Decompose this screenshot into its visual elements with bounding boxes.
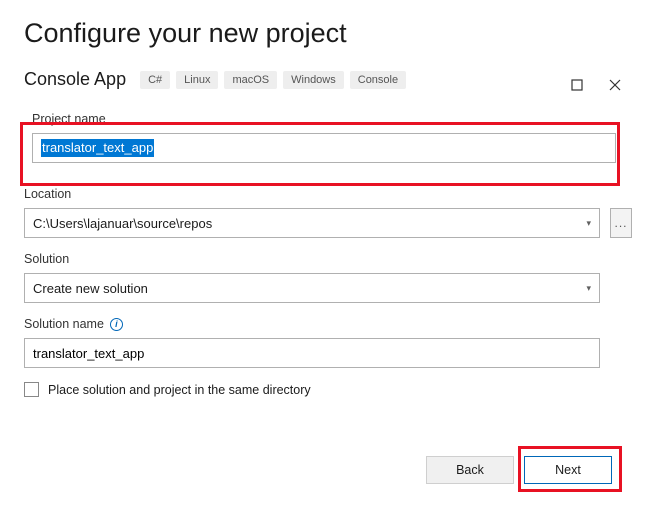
project-name-input[interactable]	[32, 133, 616, 163]
location-label: Location	[24, 187, 632, 201]
tag-item: macOS	[224, 71, 277, 89]
solution-value: Create new solution	[33, 281, 148, 296]
chevron-down-icon: ▾	[586, 218, 591, 229]
page-title: Configure your new project	[24, 18, 632, 49]
solution-label: Solution	[24, 252, 632, 266]
same-directory-label: Place solution and project in the same d…	[48, 383, 311, 397]
next-button[interactable]: Next	[524, 456, 612, 484]
maximize-icon[interactable]	[570, 78, 584, 92]
solution-name-input[interactable]	[24, 338, 600, 368]
project-name-label: Project name	[32, 112, 612, 126]
location-combo[interactable]: C:\Users\lajanuar\source\repos ▾	[24, 208, 600, 238]
info-icon[interactable]: i	[110, 318, 123, 331]
close-icon[interactable]	[608, 78, 622, 92]
tag-item: Linux	[176, 71, 218, 89]
tag-list: C# Linux macOS Windows Console	[140, 71, 406, 89]
browse-button[interactable]: ...	[610, 208, 632, 238]
location-value: C:\Users\lajanuar\source\repos	[33, 216, 212, 231]
back-button[interactable]: Back	[426, 456, 514, 484]
chevron-down-icon: ▾	[586, 283, 591, 294]
project-type-subtitle: Console App	[24, 69, 126, 90]
solution-name-label: Solution name	[24, 317, 104, 331]
solution-combo[interactable]: Create new solution ▾	[24, 273, 600, 303]
tag-item: C#	[140, 71, 170, 89]
tag-item: Windows	[283, 71, 344, 89]
same-directory-checkbox[interactable]	[24, 382, 39, 397]
tag-item: Console	[350, 71, 406, 89]
